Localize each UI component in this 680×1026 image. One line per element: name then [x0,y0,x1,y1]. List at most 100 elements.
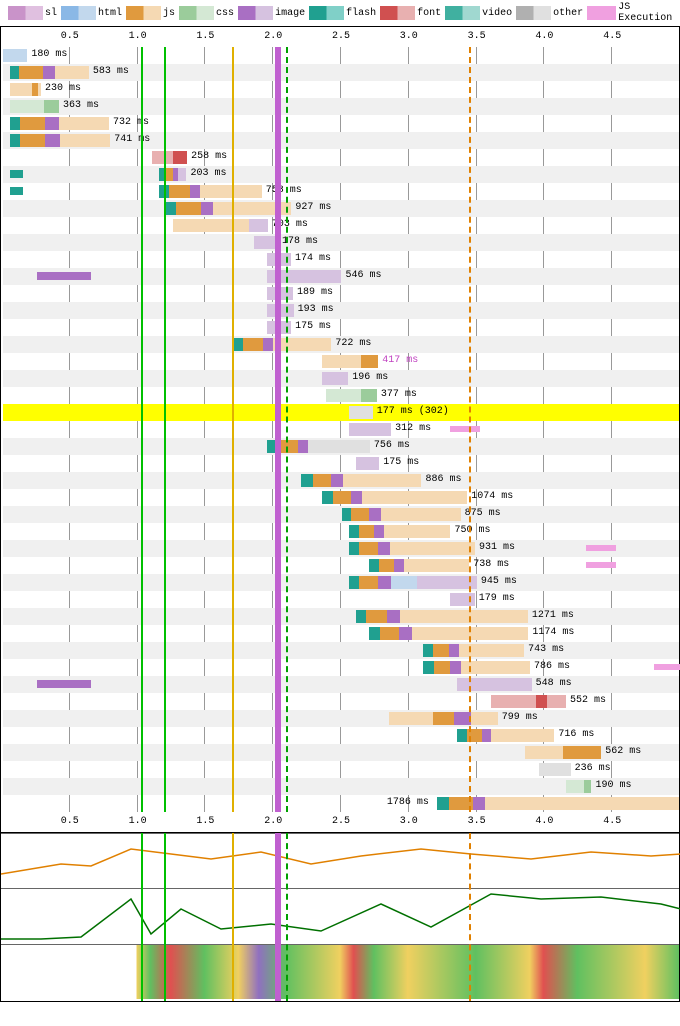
duration-label: 546 ms [345,270,381,281]
request-bar[interactable] [539,763,571,776]
request-bar[interactable] [152,151,187,164]
request-bar[interactable] [349,423,391,436]
jsexec-marker [586,545,616,551]
request-bar[interactable] [525,746,601,759]
request-bar[interactable] [349,576,477,589]
bar-segment [404,559,469,572]
waterfall-row[interactable]: 927 ms [3,200,679,217]
request-bar[interactable] [10,134,110,147]
bar-segment [298,440,308,453]
axis-tick: 0.5 [61,31,79,42]
request-bar[interactable] [234,338,332,351]
axis-tick: 2.0 [264,31,282,42]
waterfall-row[interactable]: 178 ms [3,234,679,251]
request-bar[interactable] [491,695,566,708]
request-bar[interactable] [10,66,89,79]
request-bar[interactable] [566,780,592,793]
duration-label: 741 ms [114,134,150,145]
request-bar[interactable] [10,83,41,96]
waterfall-row[interactable]: 203 ms [3,166,679,183]
request-bar[interactable] [450,593,474,606]
request-bar[interactable] [369,627,528,640]
request-bar[interactable] [3,49,27,62]
request-bar[interactable] [166,202,292,215]
waterfall-row[interactable]: 716 ms [3,727,679,744]
request-bar[interactable] [356,457,380,470]
request-bar[interactable] [322,372,349,385]
request-bar[interactable] [322,491,468,504]
waterfall-row[interactable]: 190 ms [3,778,679,795]
axis-tick: 3.0 [400,31,418,42]
request-bar[interactable] [322,355,379,368]
waterfall-row[interactable]: 732 ms [3,115,679,132]
legend-image: image [238,2,305,24]
waterfall-row[interactable]: 179 ms [3,591,679,608]
waterfall-row[interactable]: 931 ms [3,540,679,557]
duration-label: 743 ms [528,644,564,655]
waterfall-row[interactable]: 196 ms [3,370,679,387]
bar-segment [563,746,601,759]
waterfall-row[interactable]: 193 ms [3,302,679,319]
waterfall-row[interactable]: 177 ms (302) [3,404,679,421]
request-bar[interactable] [423,644,524,657]
waterfall-row[interactable]: 703 ms [3,217,679,234]
ssl-segment [37,680,91,688]
waterfall-row[interactable]: 886 ms [3,472,679,489]
waterfall-row[interactable]: 875 ms [3,506,679,523]
bar-segment [394,559,404,572]
request-bar[interactable] [342,508,461,521]
waterfall-row[interactable]: 756 ms [3,438,679,455]
waterfall-row[interactable]: 750 ms [3,523,679,540]
bar-segment [433,712,455,725]
waterfall-row[interactable]: 722 ms [3,336,679,353]
waterfall-row[interactable]: 741 ms [3,132,679,149]
request-bar[interactable] [369,559,469,572]
waterfall-row[interactable]: 1786 ms [3,795,679,812]
bar-segment [301,474,313,487]
waterfall-row[interactable]: 180 ms [3,47,679,64]
waterfall-row[interactable]: 1074 ms [3,489,679,506]
waterfall-row[interactable]: 799 ms [3,710,679,727]
request-bar[interactable] [349,406,373,419]
bar-segment [361,389,376,402]
waterfall-row[interactable]: 758 ms [3,183,679,200]
waterfall-row[interactable]: 377 ms [3,387,679,404]
request-bar[interactable] [10,117,109,130]
waterfall-row[interactable]: 1271 ms [3,608,679,625]
request-bar[interactable] [356,610,528,623]
request-bar[interactable] [326,389,377,402]
request-bar[interactable] [349,542,475,555]
request-bar[interactable] [389,712,497,725]
marker-line [141,47,143,812]
waterfall-row[interactable]: 548 ms [3,676,679,693]
waterfall-row[interactable]: 562 ms [3,744,679,761]
waterfall-row[interactable]: 258 ms [3,149,679,166]
waterfall-row[interactable]: 174 ms [3,251,679,268]
waterfall-row[interactable]: 175 ms [3,319,679,336]
axis-tick: 2.5 [332,816,350,827]
request-bar[interactable] [173,219,268,232]
request-bar[interactable] [349,525,451,538]
waterfall-row[interactable]: 230 ms [3,81,679,98]
waterfall-row[interactable]: 189 ms [3,285,679,302]
waterfall-row[interactable]: 743 ms [3,642,679,659]
request-bar[interactable] [159,185,262,198]
waterfall-row[interactable]: 546 ms [3,268,679,285]
request-bar[interactable] [267,440,370,453]
waterfall-row[interactable]: 312 ms [3,421,679,438]
waterfall-row[interactable]: 417 ms [3,353,679,370]
request-bar[interactable] [437,797,679,810]
request-bar[interactable] [10,100,59,113]
request-bar[interactable] [457,729,554,742]
waterfall-row[interactable]: 583 ms [3,64,679,81]
waterfall-row[interactable]: 738 ms [3,557,679,574]
request-bar[interactable] [423,661,530,674]
waterfall-row[interactable]: 786 ms [3,659,679,676]
waterfall-row[interactable]: 363 ms [3,98,679,115]
waterfall-row[interactable]: 236 ms [3,761,679,778]
waterfall-row[interactable]: 175 ms [3,455,679,472]
request-bar[interactable] [301,474,421,487]
waterfall-row[interactable]: 945 ms [3,574,679,591]
waterfall-row[interactable]: 1174 ms [3,625,679,642]
waterfall-row[interactable]: 552 ms [3,693,679,710]
